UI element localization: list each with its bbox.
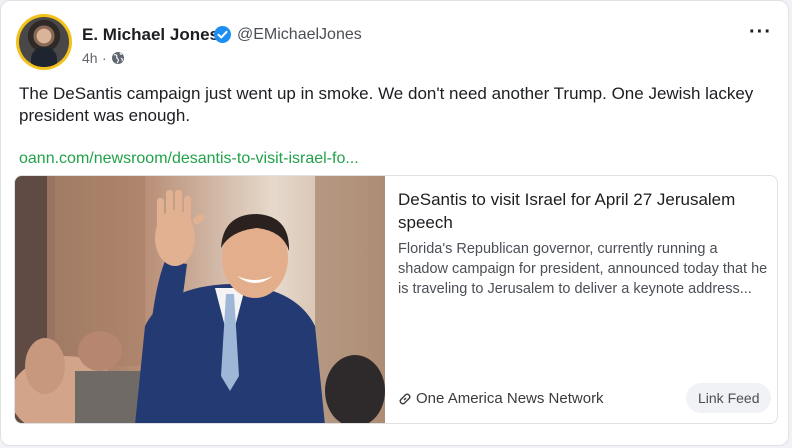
more-options-button[interactable]: ··· bbox=[749, 22, 772, 42]
post-card: E. Michael Jones @EMichaelJones 4h · ···… bbox=[0, 0, 789, 446]
link-feed-button[interactable]: Link Feed bbox=[686, 383, 772, 413]
article-description: Florida's Republican governor, currently… bbox=[398, 241, 768, 297]
author-handle[interactable]: @EMichaelJones bbox=[237, 26, 362, 44]
author-name[interactable]: E. Michael Jones bbox=[82, 25, 219, 45]
link-icon bbox=[399, 393, 411, 405]
avatar-photo bbox=[19, 17, 69, 67]
meta-separator: · bbox=[102, 50, 107, 66]
source-name: One America News Network bbox=[416, 390, 604, 407]
article-link[interactable]: oann.com/newsroom/desantis-to-visit-isra… bbox=[19, 150, 359, 168]
article-image[interactable] bbox=[15, 176, 385, 424]
globe-icon bbox=[112, 52, 124, 64]
verified-badge-icon bbox=[214, 26, 231, 43]
post-text: The DeSantis campaign just went up in sm… bbox=[19, 84, 754, 125]
link-preview-card[interactable]: DeSantis to visit Israel for April 27 Je… bbox=[14, 175, 778, 424]
author-avatar[interactable] bbox=[16, 14, 72, 70]
post-timestamp[interactable]: 4h bbox=[82, 50, 98, 66]
article-source[interactable]: One America News Network bbox=[398, 390, 604, 407]
article-title[interactable]: DeSantis to visit Israel for April 27 Je… bbox=[398, 188, 758, 234]
